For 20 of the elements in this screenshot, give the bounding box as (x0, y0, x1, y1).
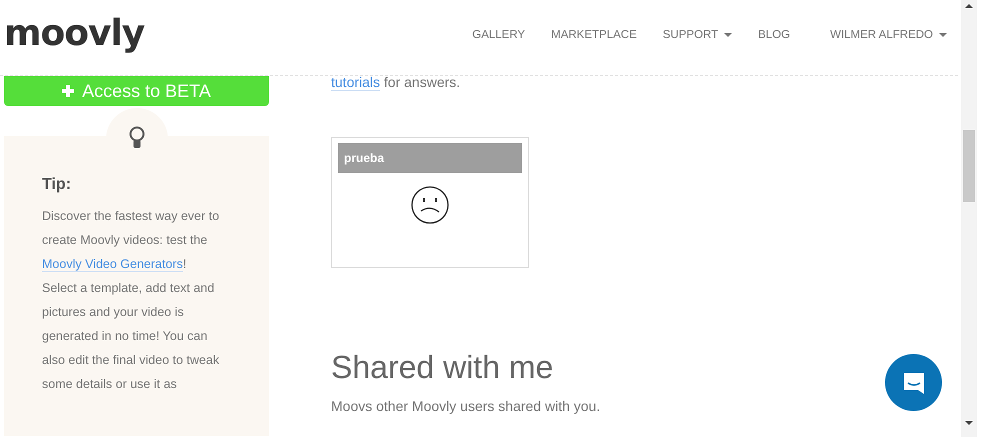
moovly-logo[interactable]: moovly (4, 13, 144, 54)
tip-text: Discover the fastest way ever to create Moovly videos: test the Moovly Video Generators! Select a template, add text and pictures and your video is generated in no time! You can also edit the final video to tweak some details or use it as (42, 208, 220, 393)
nav-link[interactable]: GALLERY (472, 28, 526, 40)
tutorials-link[interactable]: tutorials (331, 74, 380, 91)
plus-icon (62, 85, 74, 97)
nav-link[interactable]: BLOG (758, 28, 790, 40)
scrollbar[interactable] (961, 0, 977, 437)
generators-link[interactable]: Moovly Video Generators (42, 257, 183, 272)
nav-link[interactable]: MARKETPLACE (551, 28, 637, 40)
moov-card[interactable]: prueba (331, 137, 529, 268)
caret-icon (724, 32, 732, 36)
user-menu[interactable]: WILMER ALFREDO (830, 28, 947, 40)
caret-icon (939, 32, 947, 36)
nav-link[interactable]: SUPPORT (662, 28, 732, 40)
moov-title: prueba (338, 143, 522, 173)
sad-face-icon (410, 185, 450, 225)
intro-text: tutorials for answers. (331, 76, 462, 93)
tip-title: Tip: (42, 176, 72, 194)
section-heading: Shared with me (331, 349, 554, 386)
section-description: Moovs other Moovly users shared with you. (331, 398, 602, 414)
